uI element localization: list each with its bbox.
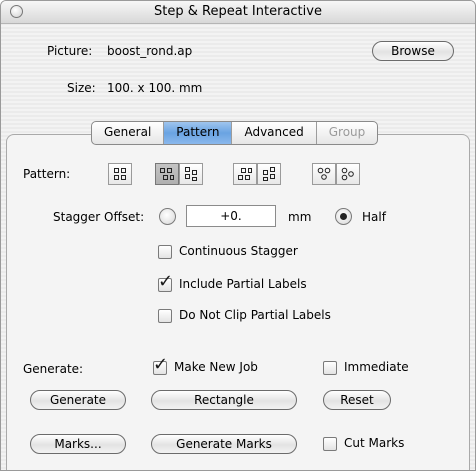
include-partial-label: Include Partial Labels — [179, 277, 307, 291]
immediate-label: Immediate — [344, 360, 409, 374]
tab-general[interactable]: General — [92, 122, 165, 144]
pattern-stagger-v-alt-icon — [263, 167, 275, 181]
tab-pattern[interactable]: Pattern — [164, 122, 233, 144]
pattern-stagger-v-icon — [185, 167, 197, 181]
pattern-stagger-v-button[interactable] — [179, 163, 203, 185]
picture-label: Picture: — [47, 44, 93, 58]
marks-button[interactable]: Marks... — [30, 434, 126, 454]
cut-marks-checkbox[interactable] — [323, 437, 337, 451]
generate-marks-button[interactable]: Generate Marks — [151, 434, 297, 454]
pattern-stagger-h-alt-button[interactable] — [233, 163, 257, 185]
window-title: Step & Repeat Interactive — [154, 4, 322, 19]
picture-value: boost_rond.ap — [107, 44, 193, 58]
stagger-unit: mm — [288, 210, 312, 224]
size-label: Size: — [67, 81, 96, 95]
pattern-round-stagger-alt-icon — [341, 167, 354, 181]
pattern-label: Pattern: — [23, 167, 71, 181]
do-not-clip-label: Do Not Clip Partial Labels — [179, 308, 331, 322]
cut-marks-label: Cut Marks — [344, 436, 405, 450]
tab-bar: General Pattern Advanced Group — [91, 121, 379, 145]
stagger-offset-input[interactable] — [186, 205, 276, 227]
make-new-job-label: Make New Job — [174, 360, 258, 374]
stagger-offset-label: Stagger Offset: — [53, 210, 145, 224]
step-repeat-window: Step & Repeat Interactive Picture: boost… — [0, 0, 476, 471]
generate-button[interactable]: Generate — [30, 390, 126, 410]
tab-group: Group — [328, 125, 366, 139]
size-value: 100. x 100. mm — [107, 81, 203, 95]
pattern-stagger-v-alt-button[interactable] — [257, 163, 281, 185]
generate-label: Generate: — [23, 362, 84, 376]
pattern-stagger-h-button[interactable] — [155, 163, 179, 185]
pattern-round-stagger-alt-button[interactable] — [336, 163, 360, 185]
pattern-round-stagger-icon — [317, 167, 331, 180]
pattern-round-stagger-button[interactable] — [312, 163, 336, 185]
immediate-checkbox[interactable] — [323, 361, 337, 375]
tab-advanced[interactable]: Advanced — [232, 122, 317, 144]
half-label: Half — [362, 210, 386, 224]
checkmark-icon: ✓ — [153, 354, 169, 375]
browse-button[interactable]: Browse — [372, 41, 454, 61]
reset-button[interactable]: Reset — [323, 390, 391, 410]
continuous-stagger-label: Continuous Stagger — [179, 244, 298, 258]
title-bar[interactable]: Step & Repeat Interactive — [1, 1, 475, 24]
radio-selected-dot — [340, 213, 347, 220]
make-new-job-checkbox[interactable]: ✓ — [153, 356, 168, 375]
pattern-grid-button[interactable] — [108, 163, 132, 185]
rectangle-button[interactable]: Rectangle — [151, 390, 297, 410]
pattern-grid-icon — [114, 168, 126, 180]
checkmark-icon: ✓ — [158, 271, 174, 292]
continuous-stagger-checkbox[interactable] — [158, 245, 172, 259]
stagger-offset-radio[interactable] — [159, 208, 176, 225]
half-radio[interactable] — [335, 208, 352, 225]
pattern-stagger-h-alt-icon — [238, 168, 252, 180]
include-partial-checkbox[interactable]: ✓ — [158, 273, 173, 292]
pattern-stagger-h-icon — [160, 168, 174, 180]
do-not-clip-checkbox[interactable] — [158, 309, 172, 323]
